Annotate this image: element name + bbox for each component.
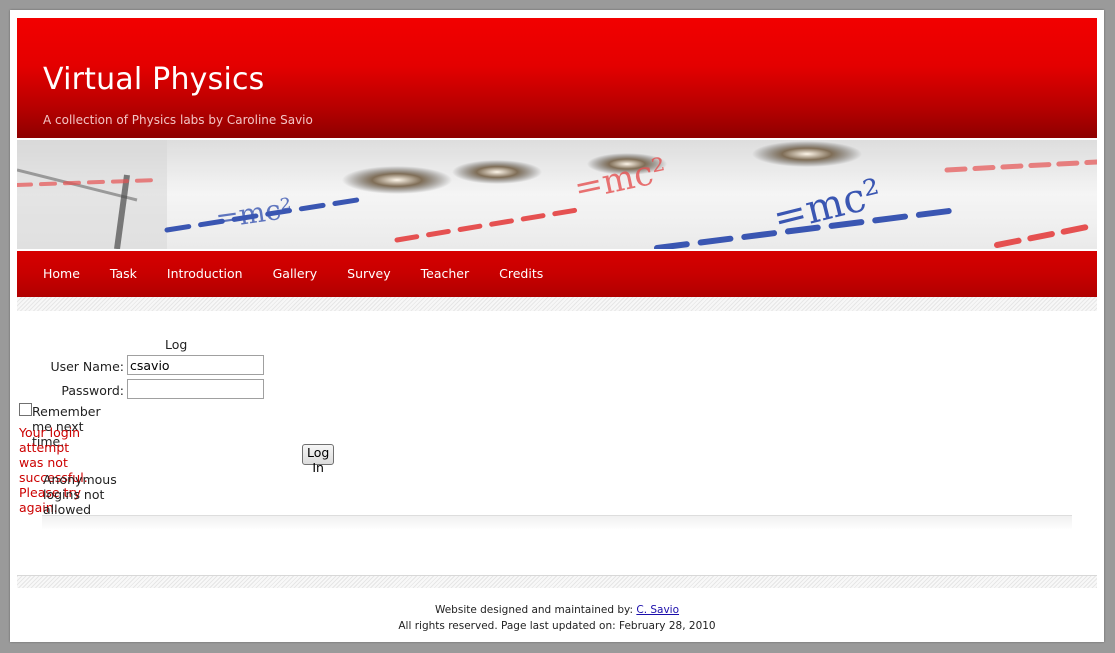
- username-label: User Name:: [50, 359, 124, 374]
- nav-item-teacher[interactable]: Teacher: [406, 251, 485, 297]
- nav-item-survey[interactable]: Survey: [332, 251, 405, 297]
- physics-banner-graphic: =mc² =mc² =mc²: [17, 140, 1097, 249]
- footer-divider: [17, 575, 1097, 588]
- site-header: Virtual Physics A collection of Physics …: [17, 18, 1097, 138]
- username-input[interactable]: [127, 355, 264, 375]
- nav-item-home[interactable]: Home: [28, 251, 95, 297]
- main-navigation: Home Task Introduction Gallery Survey Teacher…: [17, 251, 1097, 297]
- footer-rights: All rights reserved. Page last updated o…: [398, 620, 716, 632]
- designer-link[interactable]: C. Savio: [636, 604, 679, 616]
- header-banner-image: =mc² =mc² =mc²: [17, 140, 1097, 249]
- nav-item-gallery[interactable]: Gallery: [258, 251, 333, 297]
- footer-credit: Website designed and maintained by: C. S…: [10, 604, 1104, 616]
- footer-designed-by-text: Website designed and maintained by:: [434, 604, 634, 616]
- nav-menu: Home Task Introduction Gallery Survey Teacher…: [28, 251, 558, 297]
- nav-divider: [17, 297, 1097, 311]
- password-label: Password:: [61, 383, 124, 398]
- nav-item-credits[interactable]: Credits: [484, 251, 558, 297]
- anonymous-login-note: Anonymous logins not allowed: [43, 472, 117, 517]
- page-container: Virtual Physics A collection of Physics …: [10, 10, 1104, 642]
- nav-item-task[interactable]: Task: [95, 251, 152, 297]
- content-divider: [42, 515, 1072, 530]
- site-title: Virtual Physics: [43, 62, 265, 97]
- nav-item-introduction[interactable]: Introduction: [152, 251, 258, 297]
- password-input[interactable]: [127, 379, 264, 399]
- login-button[interactable]: Log In: [302, 444, 335, 475]
- site-tagline: A collection of Physics labs by Caroline…: [43, 113, 313, 127]
- remember-me-checkbox[interactable]: [19, 403, 32, 416]
